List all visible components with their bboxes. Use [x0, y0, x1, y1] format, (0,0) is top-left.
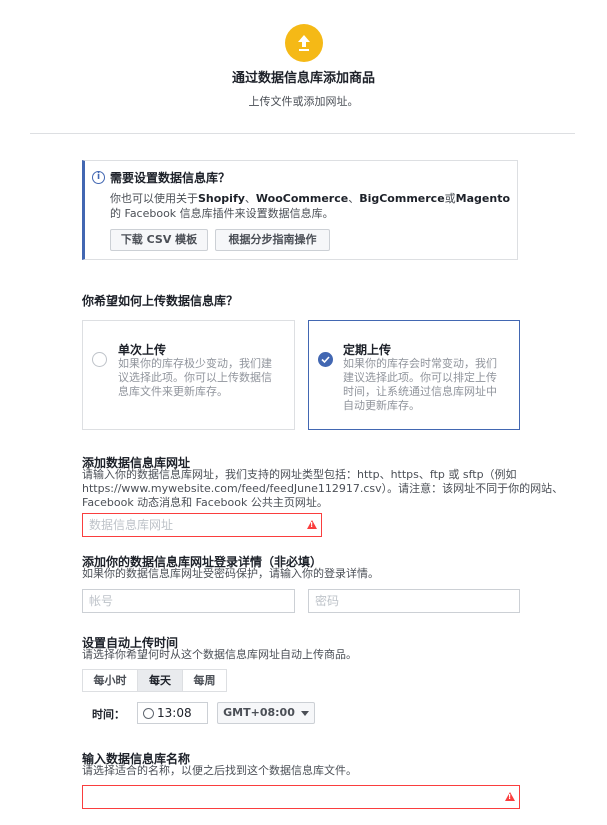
- upload-method-question: 你希望如何上传数据信息库？: [82, 294, 239, 308]
- time-input[interactable]: 13:08: [137, 702, 208, 724]
- feed-url-desc: 请输入你的数据信息库网址，我们支持的网址类型包括：http、https、ftp …: [82, 468, 564, 509]
- single-upload-radio[interactable]: [92, 352, 107, 367]
- schedule-weekly-button[interactable]: 每周: [182, 669, 227, 692]
- single-upload-desc: 如果你的库存极少变动，我们建议选择此项。你可以上传数据信息库文件来更新库存。: [118, 357, 272, 398]
- magento-link[interactable]: Magento: [456, 192, 510, 205]
- scheduled-upload-title: 定期上传: [343, 343, 392, 357]
- timezone-value: GMT+08:00: [223, 706, 295, 719]
- schedule-hourly-button[interactable]: 每小时: [82, 669, 138, 692]
- divider: [30, 133, 575, 134]
- check-icon: [321, 356, 330, 364]
- scheduled-upload-desc: 如果你的库存会时常变动，我们建议选择此项。你可以排定上传时间，让系统通过信息库网…: [343, 357, 497, 412]
- feed-url-input[interactable]: 数据信息库网址: [82, 513, 322, 537]
- bigcommerce-link[interactable]: BigCommerce: [359, 192, 444, 205]
- page-subtitle: 上传文件或添加网址。: [248, 95, 359, 108]
- time-label: 时间：: [92, 708, 125, 721]
- woocommerce-link[interactable]: WooCommerce: [256, 192, 348, 205]
- single-upload-title: 单次上传: [118, 343, 167, 357]
- shopify-link[interactable]: Shopify: [198, 192, 245, 205]
- password-input[interactable]: 密码: [308, 589, 520, 613]
- timezone-dropdown[interactable]: GMT+08:00: [217, 702, 315, 724]
- feed-name-desc: 请选择适合的名称，以便之后找到这个数据信息库文件。: [82, 764, 357, 777]
- info-icon: i: [92, 171, 105, 184]
- chevron-down-icon: [300, 710, 309, 716]
- step-guide-button[interactable]: 根据分步指南操作: [215, 229, 330, 251]
- upload-icon: [285, 24, 323, 62]
- info-text: 你也可以使用关于Shopify、WooCommerce、BigCommerce或…: [110, 192, 511, 220]
- feed-name-input[interactable]: [82, 785, 520, 809]
- warning-icon: [307, 520, 317, 529]
- download-csv-template-button[interactable]: 下载 CSV 模板: [110, 229, 208, 251]
- account-input[interactable]: 帐号: [82, 589, 295, 613]
- scheduled-upload-radio[interactable]: [318, 352, 333, 367]
- login-desc: 如果你的数据信息库网址受密码保护，请输入你的登录详情。: [82, 567, 379, 580]
- time-value: 13:08: [157, 706, 192, 720]
- page-title: 通过数据信息库添加商品: [231, 71, 375, 86]
- warning-icon: [505, 792, 515, 801]
- schedule-desc: 请选择你希望何时从这个数据信息库网址自动上传商品。: [82, 648, 357, 661]
- schedule-daily-button[interactable]: 每天: [137, 669, 183, 692]
- info-title: 需要设置数据信息库？: [110, 171, 231, 185]
- clock-icon: [143, 708, 154, 719]
